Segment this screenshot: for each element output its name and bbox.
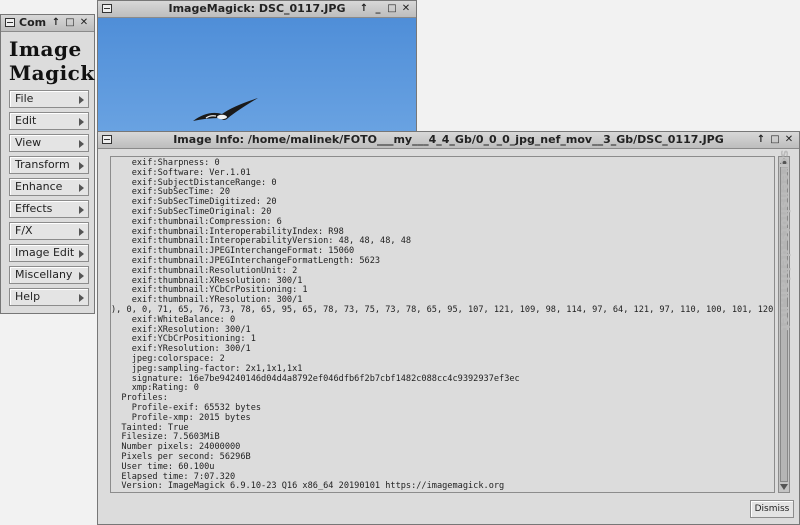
image-info-titlebar[interactable]: Image Info: /home/malinek/FOTO___my___4_… [98,132,799,149]
chevron-right-icon [79,162,84,170]
command-window-title: Com [19,16,47,29]
menu-label: Enhance [15,180,63,193]
image-info-window: Image Info: /home/malinek/FOTO___my___4_… [97,131,800,525]
shade-icon[interactable]: ↑ [754,132,768,148]
menu-label: File [15,92,34,105]
close-icon[interactable]: ✕ [77,15,91,31]
chevron-right-icon [79,206,84,214]
command-window-titlebar[interactable]: Com ↑ □ ✕ [1,15,94,32]
logo-line-2: Magick [9,61,95,85]
menu-label: Miscellany [15,268,73,281]
menu-button-enhance[interactable]: Enhance [9,178,89,196]
chevron-right-icon [79,294,84,302]
menu-button-image-edit[interactable]: Image Edit [9,244,89,262]
shade-icon[interactable]: ↑ [357,1,371,17]
chevron-right-icon [79,118,84,126]
chevron-right-icon [79,140,84,148]
dismiss-button[interactable]: Dismiss [750,500,794,518]
chevron-right-icon [79,250,84,258]
image-canvas[interactable] [98,18,416,136]
menu-label: F/X [15,224,33,237]
command-window: Com ↑ □ ✕ Image Magick File Edit View Tran… [0,14,95,314]
maximize-icon[interactable]: □ [768,132,782,148]
menu-label: Transform [15,158,70,171]
window-menu-icon[interactable] [5,18,15,27]
menu-button-view[interactable]: View [9,134,89,152]
menu-button-help[interactable]: Help [9,288,89,306]
close-icon[interactable]: ✕ [399,1,413,17]
info-lines: exif:Sharpness: 0 exif:Software: Ver.1.0… [111,158,774,492]
chevron-right-icon [79,272,84,280]
menu-button-transform[interactable]: Transform [9,156,89,174]
info-line: Profile-xmp: 2015 bytes [111,412,251,423]
menu-label: Edit [15,114,37,127]
imagemagick-logo: Image Magick [9,37,95,85]
menu-button-effects[interactable]: Effects [9,200,89,218]
logo-line-1: Image [9,37,82,61]
chevron-right-icon [79,184,84,192]
info-line: signature: 16e7be94240146d04d4a8792ef046… [111,373,520,384]
maximize-icon[interactable]: □ [63,15,77,31]
chevron-right-icon [79,96,84,104]
image-info-text[interactable]: exif:Sharpness: 0 exif:Software: Ver.1.0… [110,156,775,493]
minimize-icon[interactable]: _ [371,1,385,17]
menu-label: Effects [15,202,53,215]
info-line: xmp:Rating: 0 [111,383,199,394]
watermark: screenshots.debian.net [778,150,792,332]
menu-label: Help [15,290,41,303]
close-icon[interactable]: ✕ [782,132,796,148]
menu-label: Image Edit [15,246,75,259]
menu-button-file[interactable]: File [9,90,89,108]
image-info-title: Image Info: /home/malinek/FOTO___my___4_… [173,133,724,146]
menu-button-edit[interactable]: Edit [9,112,89,130]
scroll-down-icon[interactable] [780,484,788,490]
shade-icon[interactable]: ↑ [49,15,63,31]
image-window-titlebar[interactable]: ImageMagick: DSC_0117.JPG ↑ _ □ ✕ [98,1,416,18]
menu-button-miscellany[interactable]: Miscellany [9,266,89,284]
menu-button-fx[interactable]: F/X [9,222,89,240]
image-window: ImageMagick: DSC_0117.JPG ↑ _ □ ✕ [97,0,417,136]
seagull-image [193,98,258,121]
maximize-icon[interactable]: □ [385,1,399,17]
menu-label: View [15,136,42,149]
chevron-right-icon [79,228,84,236]
info-line: Version: ImageMagick 6.9.10-23 Q16 x86_6… [111,481,505,492]
